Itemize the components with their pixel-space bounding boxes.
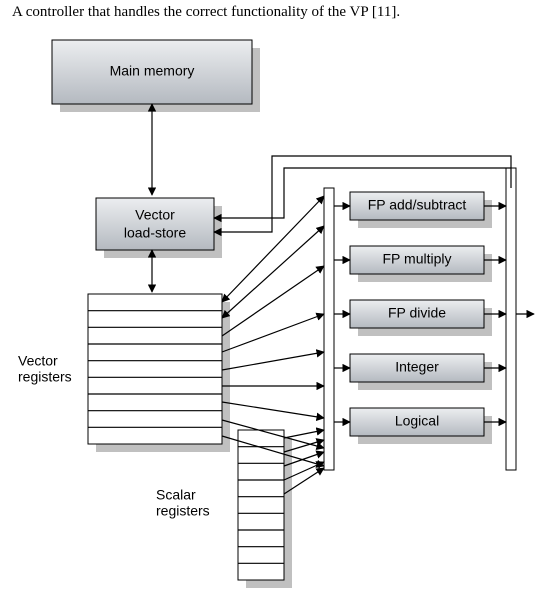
fp-mul-label: FP multiply xyxy=(383,251,452,267)
logical-label: Logical xyxy=(395,413,439,429)
diagram-svg: Main memory Vector load-store Vector reg… xyxy=(0,0,552,600)
fp-add-label: FP add/subtract xyxy=(368,197,467,213)
vreg-to-bus-fan xyxy=(222,196,324,466)
fp-div-label: FP divide xyxy=(388,305,446,321)
output-bus-bar xyxy=(506,168,516,470)
integer-label: Integer xyxy=(395,359,439,375)
input-bus-bar xyxy=(324,188,334,470)
main-memory-block: Main memory xyxy=(52,40,260,112)
scalar-registers-label-2: registers xyxy=(156,503,210,519)
vector-load-store-block: Vector load-store xyxy=(96,198,222,258)
vls-label-1: Vector xyxy=(135,207,175,223)
logical-block: Logical xyxy=(350,408,492,444)
vector-registers-block xyxy=(88,294,230,452)
fp-div-block: FP divide xyxy=(350,300,492,336)
main-memory-label: Main memory xyxy=(110,63,195,79)
integer-block: Integer xyxy=(350,354,492,390)
scalar-registers-label-1: Scalar xyxy=(156,487,196,503)
vector-registers-label-1: Vector xyxy=(18,353,58,369)
fp-mul-block: FP multiply xyxy=(350,246,492,282)
vector-registers-label-2: registers xyxy=(18,369,72,385)
fp-add-block: FP add/subtract xyxy=(350,192,492,228)
vls-label-2: load-store xyxy=(124,225,186,241)
